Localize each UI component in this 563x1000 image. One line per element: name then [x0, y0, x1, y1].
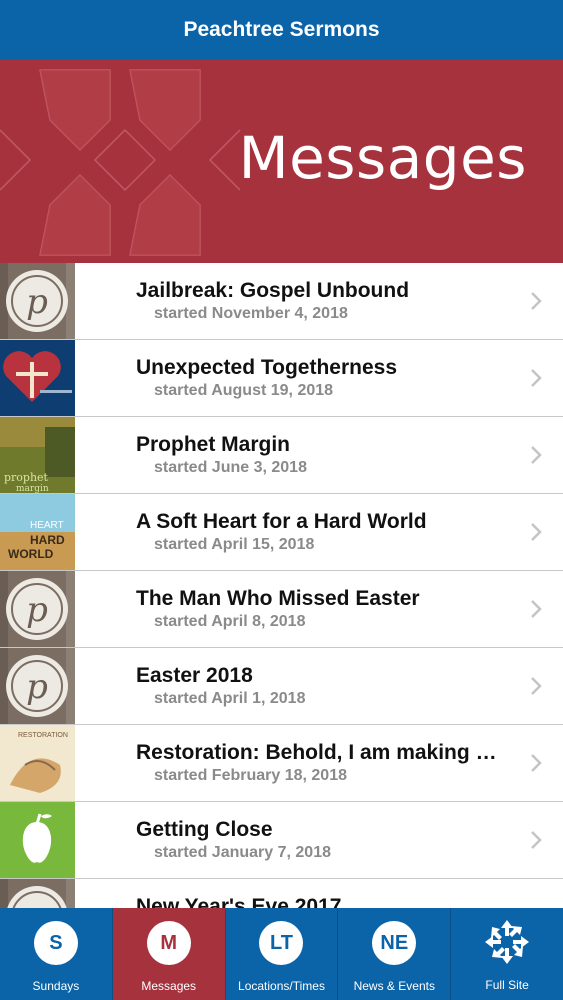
- series-thumbnail: HEART HARD WORLD: [0, 494, 75, 570]
- message-row[interactable]: HEART HARD WORLD A Soft Heart for a Hard…: [0, 494, 563, 571]
- chevron-right-icon: [529, 676, 543, 701]
- chevron-right-icon: [529, 291, 543, 316]
- banner-title: Messages: [238, 124, 527, 192]
- message-list[interactable]: p Jailbreak: Gospel Unbound started Nove…: [0, 263, 563, 908]
- series-thumbnail: p: [0, 571, 75, 647]
- tab-locations-times[interactable]: LT Locations/Times: [226, 908, 339, 1000]
- svg-text:p: p: [26, 282, 48, 322]
- chevron-right-icon: [529, 522, 543, 547]
- message-row[interactable]: RESTORATION Restoration: Behold, I am ma…: [0, 725, 563, 802]
- message-start-date: started August 19, 2018: [154, 382, 334, 399]
- svg-text:WORLD: WORLD: [8, 547, 54, 561]
- tab-badge: S: [33, 921, 78, 965]
- message-row[interactable]: p Easter 2018 started April 1, 2018: [0, 648, 563, 725]
- series-thumbnail: prophet margin: [0, 417, 75, 493]
- tab-badge: M: [146, 921, 191, 965]
- message-title: A Soft Heart for a Hard World: [136, 510, 427, 533]
- series-thumbnail: [0, 802, 75, 878]
- messages-banner: Messages: [0, 60, 563, 263]
- app-title: Peachtree Sermons: [183, 18, 380, 41]
- svg-text:margin: margin: [16, 484, 49, 493]
- svg-text:p: p: [26, 898, 48, 908]
- message-title: Unexpected Togetherness: [136, 356, 398, 379]
- message-start-date: started June 3, 2018: [154, 459, 307, 476]
- message-title: Easter 2018: [136, 664, 253, 687]
- chevron-right-icon: [529, 599, 543, 624]
- chevron-right-icon: [529, 445, 543, 470]
- message-start-date: started February 18, 2018: [154, 767, 347, 784]
- message-row[interactable]: p New Year's Eve 2017: [0, 879, 563, 908]
- tab-label: Sundays: [32, 979, 80, 993]
- message-start-date: started January 7, 2018: [154, 844, 331, 861]
- message-start-date: started April 1, 2018: [154, 690, 306, 707]
- svg-text:HARD: HARD: [30, 533, 65, 547]
- bottom-tab-bar: S Sundays M Messages LT Locations/Times …: [0, 908, 563, 1000]
- tab-label: Full Site: [485, 978, 529, 992]
- tab-label: Locations/Times: [238, 979, 325, 993]
- message-title: Jailbreak: Gospel Unbound: [136, 279, 410, 302]
- svg-text:HEART: HEART: [30, 520, 64, 531]
- svg-text:prophet: prophet: [4, 471, 49, 484]
- tab-messages[interactable]: M Messages: [112, 908, 226, 1000]
- message-title: Getting Close: [136, 818, 273, 841]
- tab-label: News & Events: [353, 979, 435, 993]
- message-title: New Year's Eve 2017: [136, 895, 342, 908]
- tab-full-site[interactable]: Full Site: [451, 908, 563, 1000]
- tab-sundays[interactable]: S Sundays: [0, 908, 113, 1000]
- message-title: The Man Who Missed Easter: [136, 587, 420, 610]
- series-thumbnail: RESTORATION: [0, 725, 75, 801]
- svg-text:p: p: [26, 590, 48, 630]
- tab-badge: NE: [372, 921, 417, 965]
- series-thumbnail: [0, 340, 75, 416]
- message-title: Prophet Margin: [136, 433, 291, 456]
- chevron-right-icon: [529, 830, 543, 855]
- message-row[interactable]: p Jailbreak: Gospel Unbound started Nove…: [0, 263, 563, 340]
- app-header: Peachtree Sermons: [0, 0, 563, 60]
- svg-text:p: p: [26, 667, 48, 707]
- message-start-date: started November 4, 2018: [154, 305, 348, 322]
- series-thumbnail: p: [0, 648, 75, 724]
- tab-badge: LT: [259, 921, 304, 965]
- series-thumbnail: p: [0, 879, 75, 908]
- message-row[interactable]: Getting Close started January 7, 2018: [0, 802, 563, 879]
- message-title: Restoration: Behold, I am making all thi…: [136, 741, 506, 764]
- tab-news-events[interactable]: NE News & Events: [338, 908, 452, 1000]
- chevron-right-icon: [529, 753, 543, 778]
- message-row[interactable]: prophet margin Prophet Margin started Ju…: [0, 417, 563, 494]
- message-start-date: started April 8, 2018: [154, 613, 306, 630]
- chevron-right-icon: [529, 368, 543, 393]
- message-start-date: started April 15, 2018: [154, 536, 315, 553]
- series-thumbnail: p: [0, 263, 75, 339]
- message-row[interactable]: p The Man Who Missed Easter started Apri…: [0, 571, 563, 648]
- svg-text:RESTORATION: RESTORATION: [18, 732, 68, 739]
- church-logo-icon: [483, 918, 531, 966]
- message-row[interactable]: Unexpected Togetherness started August 1…: [0, 340, 563, 417]
- tab-label: Messages: [141, 979, 197, 993]
